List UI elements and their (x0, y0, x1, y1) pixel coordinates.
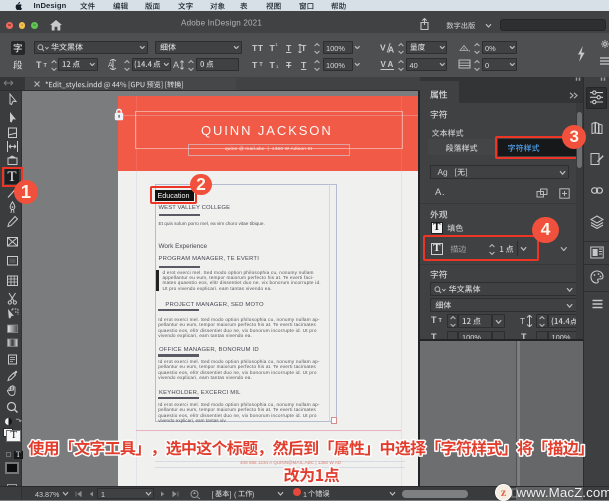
svg-text:A: A (388, 60, 394, 69)
svg-text:A: A (173, 60, 179, 70)
svg-text:A: A (108, 62, 113, 69)
svg-text:T: T (520, 317, 525, 326)
svg-text:V: V (381, 60, 387, 69)
svg-text:V: V (380, 42, 386, 52)
